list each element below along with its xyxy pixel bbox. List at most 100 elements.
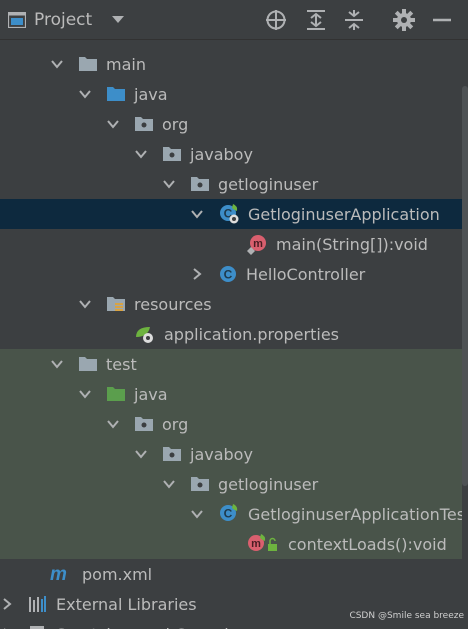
tree-node[interactable]: C GetloginuserApplication bbox=[0, 199, 462, 229]
svg-text:C: C bbox=[224, 268, 233, 282]
chevron-down-icon[interactable] bbox=[190, 507, 204, 521]
tree-node-label: getloginuser bbox=[218, 474, 319, 494]
spring-properties-icon bbox=[136, 327, 153, 343]
project-toolbar: Project bbox=[0, 0, 468, 40]
package-icon bbox=[191, 177, 209, 191]
package-icon bbox=[135, 417, 153, 431]
resources-folder-icon bbox=[107, 297, 125, 311]
tree-node[interactable]: m main(String[]):void bbox=[0, 229, 462, 259]
svg-text:m: m bbox=[253, 238, 263, 250]
dropdown-caret-icon[interactable] bbox=[112, 16, 125, 24]
tree-node-label: GetloginuserApplicationTests bbox=[248, 504, 462, 524]
project-window-icon bbox=[8, 12, 26, 28]
chevron-down-icon[interactable] bbox=[50, 357, 64, 371]
tree-node[interactable]: org bbox=[0, 109, 462, 139]
gear-icon bbox=[393, 9, 415, 31]
test-class-icon: C bbox=[220, 504, 238, 521]
tree-node-label: contextLoads():void bbox=[288, 534, 447, 554]
project-tree: main java org javaboy getloginuser C Getlogin… bbox=[0, 40, 462, 629]
package-icon bbox=[163, 447, 181, 461]
arrow-spacer bbox=[218, 237, 232, 251]
tree-node-label: java bbox=[134, 84, 168, 104]
watermark: CSDN @Smile sea breeze bbox=[349, 611, 464, 621]
tree-node-label: org bbox=[162, 414, 189, 434]
tree-node[interactable]: getloginuser bbox=[0, 169, 462, 199]
tree-node[interactable]: m pom.xml bbox=[0, 559, 462, 589]
tree-node[interactable]: C HelloController bbox=[0, 259, 462, 289]
collapse-all-button[interactable] bbox=[342, 8, 366, 32]
vertical-scrollbar[interactable] bbox=[462, 40, 468, 629]
tree-node-label: org bbox=[162, 114, 189, 134]
class-icon: C bbox=[220, 266, 236, 282]
tree-node-label: main(String[]):void bbox=[276, 234, 428, 254]
folder-icon bbox=[79, 57, 97, 71]
collapse-all-icon bbox=[345, 10, 363, 30]
project-view-selector[interactable]: Project bbox=[8, 7, 125, 33]
tree-node[interactable]: main bbox=[0, 49, 462, 79]
tree-node[interactable]: java bbox=[0, 79, 462, 109]
tree-node-label: Scratches and Consoles bbox=[56, 625, 247, 629]
package-icon bbox=[135, 117, 153, 131]
tree-node[interactable]: C GetloginuserApplicationTests bbox=[0, 499, 462, 529]
chevron-down-icon[interactable] bbox=[162, 477, 176, 491]
svg-text:m: m bbox=[251, 538, 261, 550]
tree-node-label: External Libraries bbox=[56, 594, 197, 614]
tree-node[interactable]: getloginuser bbox=[0, 469, 462, 499]
scratches-icon bbox=[30, 626, 44, 629]
tree-node[interactable]: resources bbox=[0, 289, 462, 319]
chevron-down-icon[interactable] bbox=[134, 147, 148, 161]
chevron-down-icon[interactable] bbox=[190, 207, 204, 221]
chevron-down-icon[interactable] bbox=[106, 117, 120, 131]
chevron-down-icon[interactable] bbox=[106, 417, 120, 431]
chevron-down-icon[interactable] bbox=[78, 87, 92, 101]
chevron-down-icon[interactable] bbox=[134, 447, 148, 461]
svg-text:m: m bbox=[50, 564, 67, 584]
tree-node[interactable]: test bbox=[0, 349, 462, 379]
chevron-down-icon[interactable] bbox=[78, 297, 92, 311]
arrow-spacer bbox=[218, 537, 232, 551]
libraries-icon bbox=[29, 596, 46, 612]
maven-icon: m bbox=[50, 564, 67, 584]
package-icon bbox=[163, 147, 181, 161]
tree-node[interactable]: javaboy bbox=[0, 139, 462, 169]
minimize-icon bbox=[433, 18, 451, 22]
folder-icon bbox=[79, 357, 97, 371]
chevron-down-icon[interactable] bbox=[162, 177, 176, 191]
tree-node-label: test bbox=[106, 354, 137, 374]
arrow-spacer bbox=[22, 567, 36, 581]
settings-button[interactable] bbox=[392, 8, 416, 32]
source-folder-icon bbox=[107, 87, 125, 101]
chevron-down-icon[interactable] bbox=[78, 387, 92, 401]
tree-node-label: main bbox=[106, 54, 146, 74]
expand-all-icon bbox=[307, 10, 325, 30]
test-folder-icon bbox=[107, 387, 125, 401]
svg-text:C: C bbox=[224, 507, 233, 521]
tree-node[interactable]: application.properties bbox=[0, 319, 462, 349]
chevron-right-icon[interactable] bbox=[0, 597, 14, 611]
chevron-down-icon[interactable] bbox=[50, 57, 64, 71]
hide-panel-button[interactable] bbox=[430, 8, 454, 32]
scrollbar-thumb[interactable] bbox=[462, 86, 468, 486]
method-icon: m bbox=[247, 235, 266, 255]
tree-node-label: pom.xml bbox=[82, 564, 153, 584]
package-icon bbox=[191, 477, 209, 491]
expand-all-button[interactable] bbox=[304, 8, 328, 32]
tree-node-label: application.properties bbox=[164, 324, 339, 344]
test-method-icon: m bbox=[248, 534, 277, 551]
spring-boot-class-icon: C bbox=[220, 204, 239, 224]
locate-file-button[interactable] bbox=[264, 8, 288, 32]
tree-node[interactable]: javaboy bbox=[0, 439, 462, 469]
tree-node-label: resources bbox=[134, 294, 212, 314]
crosshair-icon bbox=[266, 10, 286, 30]
tree-node-label: GetloginuserApplication bbox=[248, 204, 440, 224]
tree-node[interactable]: java bbox=[0, 379, 462, 409]
tree-node-label: javaboy bbox=[190, 444, 253, 464]
tree-node[interactable]: org bbox=[0, 409, 462, 439]
arrow-spacer bbox=[106, 327, 120, 341]
tree-node-label: javaboy bbox=[190, 144, 253, 164]
tree-node-label: HelloController bbox=[246, 264, 366, 284]
tree-node-label: getloginuser bbox=[218, 174, 319, 194]
tree-node[interactable]: m contextLoads():void bbox=[0, 529, 462, 559]
chevron-right-icon[interactable] bbox=[190, 267, 204, 281]
project-view-title: Project bbox=[34, 10, 93, 30]
